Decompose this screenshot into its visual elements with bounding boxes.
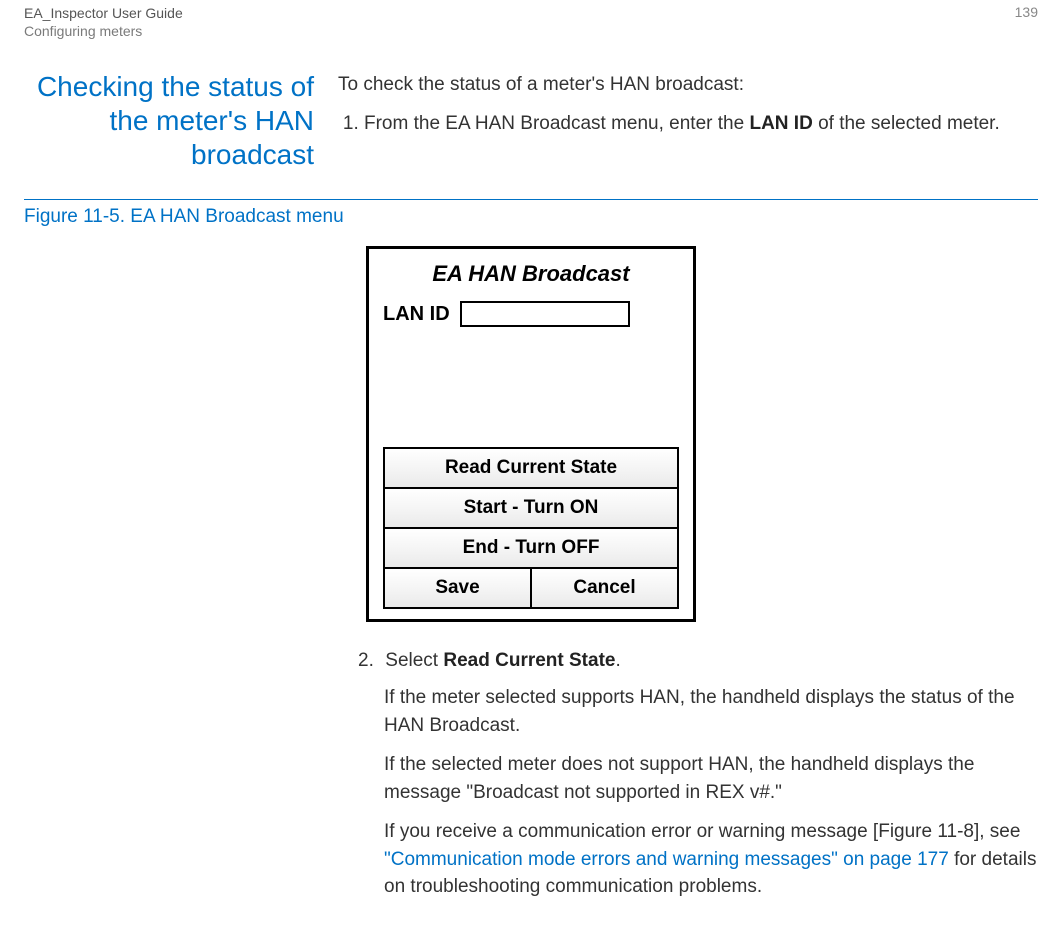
device-button-stack: Read Current State Start - Turn ON End -… (383, 447, 679, 609)
save-button[interactable]: Save (385, 569, 532, 607)
read-current-state-button[interactable]: Read Current State (385, 449, 677, 489)
device-title: EA HAN Broadcast (379, 261, 683, 287)
para3-pre: If you receive a communication error or … (384, 821, 1020, 842)
start-turn-on-button[interactable]: Start - Turn ON (385, 489, 677, 529)
step-1: From the EA HAN Broadcast menu, enter th… (364, 110, 1038, 138)
cancel-button[interactable]: Cancel (532, 569, 677, 607)
step2-pre: Select (385, 650, 443, 671)
step2-number: 2. (358, 650, 380, 672)
step2-post: . (615, 650, 620, 671)
page-number: 139 (1015, 4, 1038, 40)
intro-text: To check the status of a meter's HAN bro… (338, 74, 1038, 96)
doc-title: EA_Inspector User Guide (24, 4, 183, 22)
device-screenshot: EA HAN Broadcast LAN ID Read Current Sta… (366, 246, 696, 622)
para-comm-error: If you receive a communication error or … (384, 818, 1038, 901)
end-turn-off-button[interactable]: End - Turn OFF (385, 529, 677, 569)
step1-post: of the selected meter. (813, 113, 1000, 134)
step-2: 2. Select Read Current State. (358, 650, 1038, 672)
step1-pre: From the EA HAN Broadcast menu, enter th… (364, 113, 749, 134)
step1-bold: LAN ID (749, 113, 812, 134)
running-header: EA_Inspector User Guide Configuring mete… (24, 0, 1038, 40)
para-not-support-han: If the selected meter does not support H… (384, 751, 1038, 806)
doc-subtitle: Configuring meters (24, 22, 183, 40)
para-supports-han: If the meter selected supports HAN, the … (384, 684, 1038, 739)
step2-bold: Read Current State (443, 650, 615, 671)
step-list: From the EA HAN Broadcast menu, enter th… (338, 110, 1038, 138)
figure-rule (24, 199, 1038, 200)
comm-mode-errors-link[interactable]: "Communication mode errors and warning m… (384, 849, 949, 870)
figure-caption: Figure 11-5. EA HAN Broadcast menu (0, 206, 1038, 228)
lan-id-input[interactable] (460, 301, 630, 327)
section-heading: Checking the status of the meter's HAN b… (24, 70, 314, 171)
lan-id-label: LAN ID (383, 303, 450, 326)
